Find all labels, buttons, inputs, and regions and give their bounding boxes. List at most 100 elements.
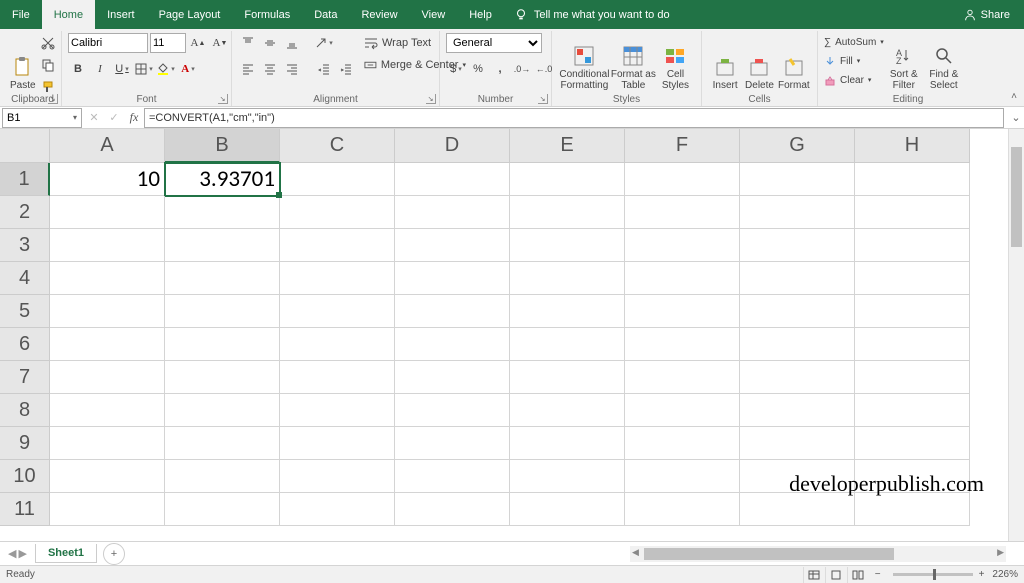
cell[interactable] [510, 163, 625, 196]
column-header[interactable]: E [510, 129, 625, 163]
cell[interactable] [165, 196, 280, 229]
tab-insert[interactable]: Insert [95, 0, 147, 29]
cell[interactable] [510, 262, 625, 295]
cell[interactable] [510, 361, 625, 394]
increase-decimal-button[interactable]: .0→ [512, 59, 532, 79]
share-button[interactable]: Share [949, 0, 1024, 29]
row-header[interactable]: 3 [0, 229, 50, 262]
row-header[interactable]: 7 [0, 361, 50, 394]
cell[interactable] [740, 427, 855, 460]
cell[interactable] [50, 427, 165, 460]
cell[interactable] [855, 328, 970, 361]
cell[interactable] [395, 295, 510, 328]
cell[interactable] [855, 361, 970, 394]
cell[interactable] [855, 493, 970, 526]
font-size-select[interactable] [150, 33, 186, 53]
row-header[interactable]: 4 [0, 262, 50, 295]
ribbon-collapse-button[interactable]: ˄ [1006, 88, 1022, 104]
cut-button[interactable] [38, 33, 58, 53]
cell[interactable]: 3.93701 [165, 163, 280, 196]
cell[interactable] [395, 460, 510, 493]
cell[interactable] [395, 262, 510, 295]
sort-filter-button[interactable]: AZ Sort & Filter [884, 33, 924, 91]
fill-button[interactable]: Fill▾ [824, 52, 884, 70]
scroll-right-button[interactable]: ▶ [997, 547, 1004, 558]
clear-button[interactable]: Clear▾ [824, 71, 884, 89]
alignment-dialog-launcher[interactable]: ↘ [426, 94, 436, 104]
formula-bar-input[interactable]: =CONVERT(A1,"cm","in") [144, 108, 1004, 128]
autosum-button[interactable]: ∑AutoSum▾ [824, 33, 884, 51]
cell-styles-button[interactable]: Cell Styles [656, 33, 695, 91]
align-center-button[interactable] [260, 59, 280, 79]
column-header[interactable]: H [855, 129, 970, 163]
cell[interactable] [165, 328, 280, 361]
bold-button[interactable]: B [68, 59, 88, 79]
cell[interactable] [625, 328, 740, 361]
column-header[interactable]: G [740, 129, 855, 163]
tab-help[interactable]: Help [457, 0, 504, 29]
cell[interactable] [625, 163, 740, 196]
tab-home[interactable]: Home [42, 0, 95, 29]
cell[interactable] [280, 328, 395, 361]
cell[interactable] [510, 394, 625, 427]
align-middle-button[interactable] [260, 33, 280, 53]
row-header[interactable]: 5 [0, 295, 50, 328]
cell[interactable] [50, 394, 165, 427]
cell[interactable] [740, 460, 855, 493]
view-page-layout-button[interactable] [825, 567, 847, 583]
font-dialog-launcher[interactable]: ↘ [218, 94, 228, 104]
vertical-scroll-thumb[interactable] [1011, 147, 1022, 247]
cell[interactable] [395, 361, 510, 394]
column-header[interactable]: A [50, 129, 165, 163]
fill-color-button[interactable] [156, 59, 176, 79]
cell[interactable] [740, 361, 855, 394]
cell[interactable] [855, 229, 970, 262]
cell[interactable] [50, 295, 165, 328]
cell[interactable] [625, 427, 740, 460]
cell[interactable] [165, 229, 280, 262]
borders-button[interactable] [134, 59, 154, 79]
cell[interactable] [50, 361, 165, 394]
scroll-left-button[interactable]: ◀ [632, 547, 639, 558]
number-format-select[interactable]: General [446, 33, 542, 53]
tab-data[interactable]: Data [302, 0, 349, 29]
zoom-slider-thumb[interactable] [933, 569, 936, 580]
cell[interactable] [280, 295, 395, 328]
enter-formula-button[interactable]: ✓ [104, 111, 124, 124]
delete-cells-button[interactable]: Delete [742, 33, 776, 91]
view-page-break-button[interactable] [847, 567, 869, 583]
align-right-button[interactable] [282, 59, 302, 79]
cell[interactable] [510, 196, 625, 229]
cell[interactable] [280, 196, 395, 229]
cell[interactable] [50, 229, 165, 262]
cell[interactable] [165, 427, 280, 460]
cell[interactable] [855, 427, 970, 460]
cell[interactable] [165, 460, 280, 493]
cell[interactable] [740, 394, 855, 427]
cell[interactable] [855, 460, 970, 493]
orientation-button[interactable] [314, 33, 334, 53]
horizontal-scrollbar[interactable]: ◀ ▶ [630, 546, 1006, 562]
tab-file[interactable]: File [0, 0, 42, 29]
cell[interactable] [740, 295, 855, 328]
cell[interactable] [510, 229, 625, 262]
font-color-button[interactable]: A [178, 59, 198, 79]
cell[interactable] [50, 328, 165, 361]
sheet-tab[interactable]: Sheet1 [35, 544, 97, 563]
cell[interactable] [740, 328, 855, 361]
cancel-formula-button[interactable]: ✕ [84, 111, 104, 124]
row-header[interactable]: 11 [0, 493, 50, 526]
cell[interactable] [625, 493, 740, 526]
column-header[interactable]: C [280, 129, 395, 163]
row-header[interactable]: 6 [0, 328, 50, 361]
cell[interactable] [395, 229, 510, 262]
row-header[interactable]: 9 [0, 427, 50, 460]
cell[interactable] [395, 394, 510, 427]
cell[interactable] [510, 328, 625, 361]
sheet-nav-next-button[interactable]: ▶ [18, 547, 26, 560]
row-header[interactable]: 10 [0, 460, 50, 493]
insert-function-button[interactable]: fx [124, 110, 144, 125]
cell[interactable] [740, 229, 855, 262]
format-cells-button[interactable]: Format [777, 33, 811, 91]
tab-view[interactable]: View [410, 0, 458, 29]
